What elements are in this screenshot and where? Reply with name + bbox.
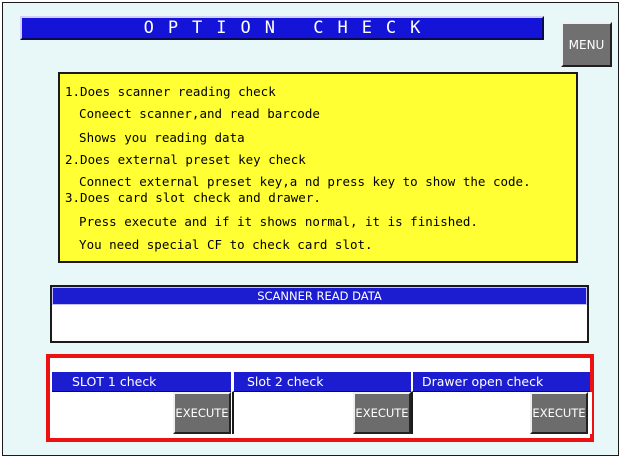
scanner-read-data: [52, 305, 587, 341]
slot-2-check-label: Slot 2 check: [232, 372, 411, 392]
option-check-screen: OPTION CHECK MENU 1.Does scanner reading…: [2, 2, 619, 456]
drawer-open-check-label: Drawer open check: [411, 372, 590, 392]
instruction-line: Coneect scanner,and read barcode: [64, 106, 320, 121]
check-panel: SLOT 1 check EXECUTE Slot 2 check EXECUT…: [46, 354, 594, 442]
scanner-read-panel: SCANNER READ DATA: [50, 285, 589, 343]
instruction-line: 1.Does scanner reading check: [65, 84, 276, 99]
instruction-line: Connect external preset key,a nd press k…: [64, 174, 531, 189]
instruction-line: 3.Does card slot check and drawer.: [65, 190, 321, 205]
drawer-open-execute-button[interactable]: EXECUTE: [530, 392, 588, 434]
instruction-line: 2.Does external preset key check: [65, 152, 306, 167]
menu-button[interactable]: MENU: [561, 22, 612, 67]
scanner-read-header: SCANNER READ DATA: [52, 287, 587, 305]
instruction-line: Shows you reading data: [64, 130, 245, 145]
instruction-line: Press execute and if it shows normal, it…: [64, 214, 478, 229]
instruction-line: You need special CF to check card slot.: [64, 237, 373, 252]
slot-1-check-label: SLOT 1 check: [52, 372, 231, 392]
page-title: OPTION CHECK: [20, 16, 544, 40]
drawer-open-check: Drawer open check EXECUTE: [411, 358, 592, 438]
slot-1-check: SLOT 1 check EXECUTE: [52, 358, 231, 438]
instructions-panel: 1.Does scanner reading check Coneect sca…: [58, 72, 578, 263]
slot-2-check: Slot 2 check EXECUTE: [232, 358, 413, 438]
slot-1-execute-button[interactable]: EXECUTE: [173, 392, 231, 434]
slot-2-execute-button[interactable]: EXECUTE: [353, 392, 411, 434]
